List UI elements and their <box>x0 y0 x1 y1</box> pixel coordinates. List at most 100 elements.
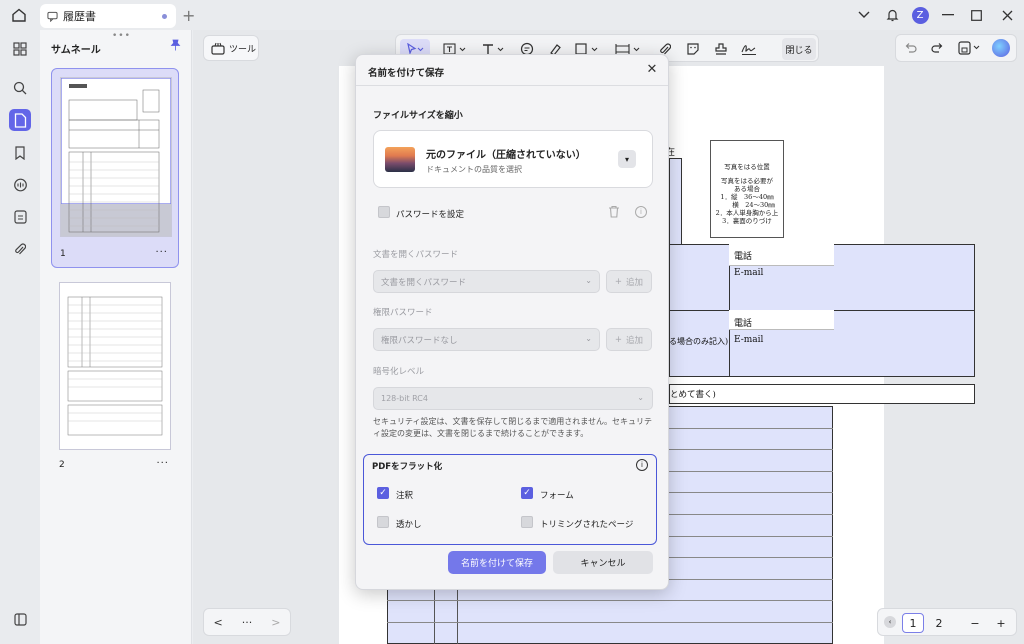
title-bar: 履歴書 + Z <box>0 0 1024 30</box>
bell-icon[interactable] <box>878 0 906 30</box>
plus-icon: + <box>614 334 623 345</box>
user-avatar[interactable]: Z <box>906 0 934 30</box>
photo-line: 写真をはる位置 <box>724 163 770 171</box>
email-label-2: E-mail <box>734 335 764 345</box>
open-password-label: 文書を開くパスワード <box>373 250 459 260</box>
photo-line: 1．縦 36〜40㎜ <box>720 193 774 201</box>
close-icon[interactable]: ✕ <box>644 61 660 77</box>
panel-title: サムネール <box>51 45 101 56</box>
sidebar-toggle-icon[interactable] <box>9 608 31 630</box>
save-as-dialog: 名前を付けて保存 ✕ ファイルサイズを縮小 元のファイル（圧縮されていない） ド… <box>355 54 669 590</box>
chevron-down-icon: ⌄ <box>637 393 644 402</box>
open-password-placeholder: 文書を開くパスワード <box>381 277 467 288</box>
add-permission-password-button[interactable]: + 追加 <box>606 328 652 351</box>
phone-label-2: 電話 <box>734 319 753 329</box>
info-icon[interactable]: i <box>635 206 647 218</box>
flatten-forms-checkbox[interactable]: ✓ <box>521 487 533 499</box>
encryption-level-value: 128-bit RC4 <box>381 394 428 403</box>
search-icon[interactable] <box>9 77 31 99</box>
photo-line: 写真をはる必要が <box>721 177 773 185</box>
chevron-down-icon: ⌄ <box>585 276 592 285</box>
grid-row-line <box>387 600 833 602</box>
page-2-button[interactable]: 2 <box>928 613 950 633</box>
add-open-password-button[interactable]: + 追加 <box>606 270 652 293</box>
flatten-pdf-section: PDFをフラット化 i ✓ 注釈 ✓ フォーム 透かし トリミングされたページ <box>363 454 657 545</box>
grid-icon[interactable] <box>9 38 31 60</box>
photo-placeholder: 写真をはる位置 写真をはる必要が ある場合 1．縦 36〜40㎜ 横 24〜30… <box>710 140 784 238</box>
more-options-icon[interactable]: ··· <box>155 247 168 258</box>
thumbnail-page-icon[interactable] <box>9 109 31 131</box>
save-icon[interactable] <box>958 41 982 58</box>
set-password-checkbox[interactable] <box>378 206 390 218</box>
photo-line: 2．本人単身胸から上 <box>715 209 779 217</box>
zoom-in-button[interactable]: + <box>990 613 1012 633</box>
new-tab-plus-icon[interactable]: + <box>182 6 195 25</box>
compress-section-title: ファイルサイズを縮小 <box>373 111 463 121</box>
maximize-icon[interactable] <box>962 0 990 30</box>
redo-icon[interactable] <box>930 41 944 58</box>
permission-password-placeholder: 権限パスワードなし <box>381 335 458 346</box>
zoom-out-button[interactable]: − <box>964 613 986 633</box>
prev-page-icon[interactable]: < <box>214 616 223 629</box>
tools-button[interactable]: ツール <box>203 35 259 61</box>
encryption-level-select[interactable]: 128-bit RC4 ⌄ <box>373 387 653 410</box>
trash-icon[interactable] <box>608 205 620 221</box>
phone-label-1: 電話 <box>734 252 753 262</box>
page-2-preview <box>59 282 171 450</box>
save-as-button[interactable]: 名前を付けて保存 <box>448 551 546 574</box>
page-number-2: 2 <box>59 460 65 470</box>
more-options-icon[interactable]: ··· <box>156 458 169 469</box>
divider <box>356 85 668 86</box>
drag-grip-icon[interactable]: ••• <box>112 31 131 41</box>
collapse-left-icon[interactable]: ‹ <box>884 616 896 628</box>
chat-icon <box>47 11 58 22</box>
flatten-annotations-label: 注釈 <box>396 491 414 501</box>
page-number-1: 1 <box>60 249 66 259</box>
thumbnail-page-1[interactable]: 1 ··· <box>51 68 179 268</box>
sticker-icon[interactable] <box>682 39 704 59</box>
open-password-input[interactable]: 文書を開くパスワード ⌄ <box>373 270 600 293</box>
minimize-icon[interactable] <box>934 0 962 30</box>
chevron-down-icon[interactable]: ▾ <box>618 150 636 168</box>
close-window-icon[interactable] <box>990 0 1024 30</box>
chevron-down-icon: ⌄ <box>585 334 592 343</box>
flatten-cropped-pages-label: トリミングされたページ <box>540 520 634 530</box>
close-toolbar-button[interactable]: 閉じる <box>782 38 816 60</box>
form-field-icon[interactable] <box>9 206 31 228</box>
document-tab[interactable]: 履歴書 <box>40 4 176 28</box>
cancel-button[interactable]: キャンセル <box>553 551 653 574</box>
stamp-icon[interactable] <box>710 39 732 59</box>
more-nav-icon[interactable]: ··· <box>242 616 253 629</box>
flatten-watermark-checkbox[interactable] <box>377 516 389 528</box>
flatten-watermark-label: 透かし <box>396 520 422 530</box>
page-1-button[interactable]: 1 <box>902 613 924 633</box>
flatten-cropped-pages-checkbox[interactable] <box>521 516 533 528</box>
next-page-icon[interactable]: > <box>271 616 280 629</box>
tab-title: 履歴書 <box>63 10 96 23</box>
info-icon[interactable]: i <box>636 459 648 471</box>
permission-password-label: 権限パスワード <box>373 308 433 318</box>
comment-icon[interactable] <box>9 174 31 196</box>
chevron-down-icon[interactable] <box>850 0 878 30</box>
flatten-annotations-checkbox[interactable]: ✓ <box>377 487 389 499</box>
home-icon[interactable] <box>8 5 30 25</box>
left-rail <box>0 30 40 644</box>
thumbnail-page-2[interactable]: 2 ··· <box>51 282 179 477</box>
toolbox-icon <box>211 42 225 55</box>
bookmark-icon[interactable] <box>9 142 31 164</box>
pin-icon[interactable] <box>170 39 181 54</box>
plus-icon: + <box>614 276 623 287</box>
ai-assistant-icon[interactable] <box>992 39 1010 57</box>
undo-icon[interactable] <box>904 41 918 58</box>
photo-line: 3．裏面のりづけ <box>722 217 772 225</box>
set-password-label: パスワードを設定 <box>396 210 465 220</box>
flatten-forms-label: フォーム <box>540 491 574 501</box>
thumbnail-panel: ••• サムネール 1 ··· 2 ··· <box>40 30 192 644</box>
right-toolbar <box>895 34 1017 62</box>
attachment-icon[interactable] <box>9 238 31 260</box>
history-note: とめて書く) <box>670 390 716 400</box>
add-label: 追加 <box>626 335 644 346</box>
file-size-option[interactable]: 元のファイル（圧縮されていない） ドキュメントの品質を選択 ▾ <box>373 130 653 188</box>
permission-password-input[interactable]: 権限パスワードなし ⌄ <box>373 328 600 351</box>
signature-icon[interactable] <box>738 39 760 59</box>
